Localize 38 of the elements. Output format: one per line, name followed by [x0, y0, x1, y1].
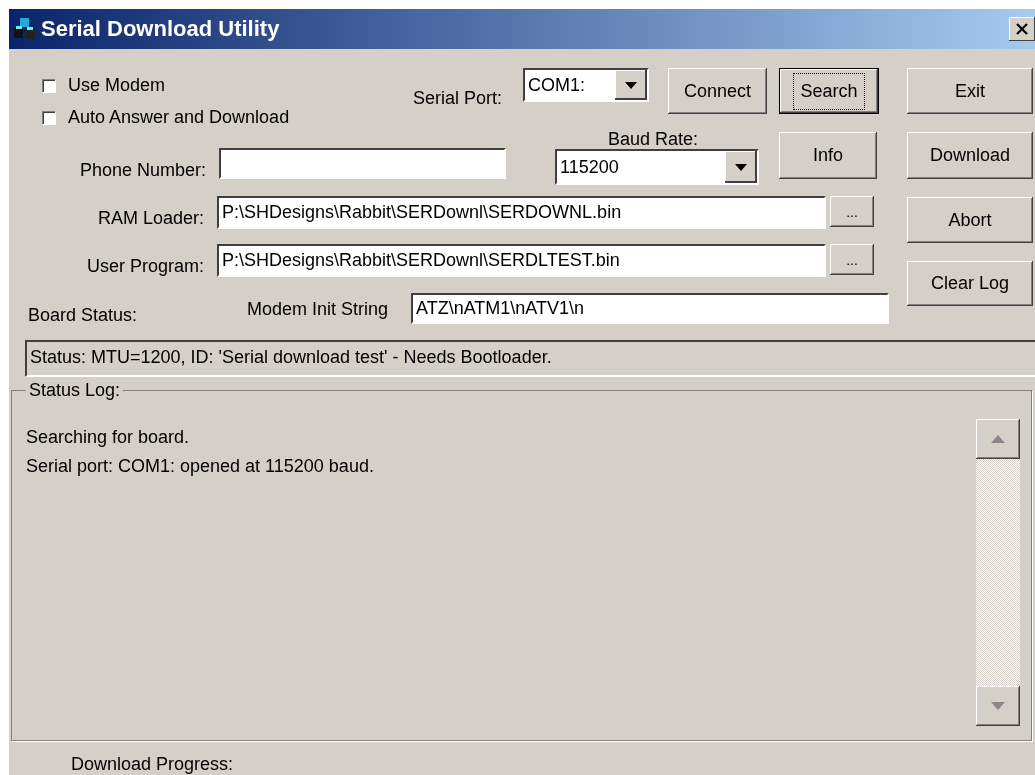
ram-loader-label: RAM Loader: [97, 208, 204, 229]
checkbox[interactable] [42, 110, 56, 125]
close-button[interactable] [1009, 17, 1035, 41]
board-status-label: Board Status: [28, 305, 138, 326]
scroll-up-icon[interactable] [976, 419, 1020, 459]
status-field: Status: MTU=1200, ID: 'Serial download test' - Needs Bootloader. [25, 340, 1035, 377]
download-button[interactable]: Download [907, 132, 1033, 179]
info-button[interactable]: Info [779, 132, 877, 179]
log-line: Searching for board. [26, 426, 191, 449]
scrollbar[interactable] [976, 419, 1020, 726]
baud-rate-label: Baud Rate: [608, 129, 699, 150]
serial-port-label: Serial Port: [412, 88, 502, 109]
browse-button[interactable]: ... [830, 244, 874, 275]
serial-port-dropdown[interactable]: COM1: [523, 68, 649, 102]
modem-init-label: Modem Init String [247, 299, 389, 320]
user-program-label: User Program: [86, 256, 204, 277]
clear-log-button[interactable]: Clear Log [907, 261, 1033, 306]
close-icon [1016, 23, 1028, 35]
window-title: Serial Download Utility [41, 16, 280, 42]
exit-button[interactable]: Exit [907, 68, 1033, 114]
abort-button[interactable]: Abort [907, 197, 1033, 243]
download-progress-label: Download Progress: [71, 754, 234, 775]
modem-init-field[interactable]: ATZ\nATM1\nATV1\n [411, 293, 889, 324]
connect-button[interactable]: Connect [668, 68, 767, 114]
browse-button[interactable]: ... [830, 196, 874, 227]
log-line: Serial port: COM1: opened at 115200 baud. [26, 455, 374, 478]
ram-loader-field[interactable]: P:\SHDesigns\Rabbit\SERDownl\SERDOWNL.bin [217, 196, 826, 229]
checkbox-label: Use Modem [68, 75, 166, 96]
phone-number-label: Phone Number: [79, 160, 206, 181]
checkbox-label: Auto Answer and Download [68, 107, 290, 128]
status-log-label: Status Log: [26, 380, 124, 401]
baud-rate-dropdown[interactable]: 115200 [555, 149, 759, 185]
user-program-field[interactable]: P:\SHDesigns\Rabbit\SERDownl\SERDLTEST.bin [217, 244, 826, 277]
checkbox[interactable] [42, 78, 56, 93]
search-button[interactable]: Search [779, 68, 879, 114]
phone-number-field[interactable] [219, 148, 506, 179]
scroll-down-icon[interactable] [976, 686, 1020, 726]
cubes-icon [13, 17, 37, 41]
